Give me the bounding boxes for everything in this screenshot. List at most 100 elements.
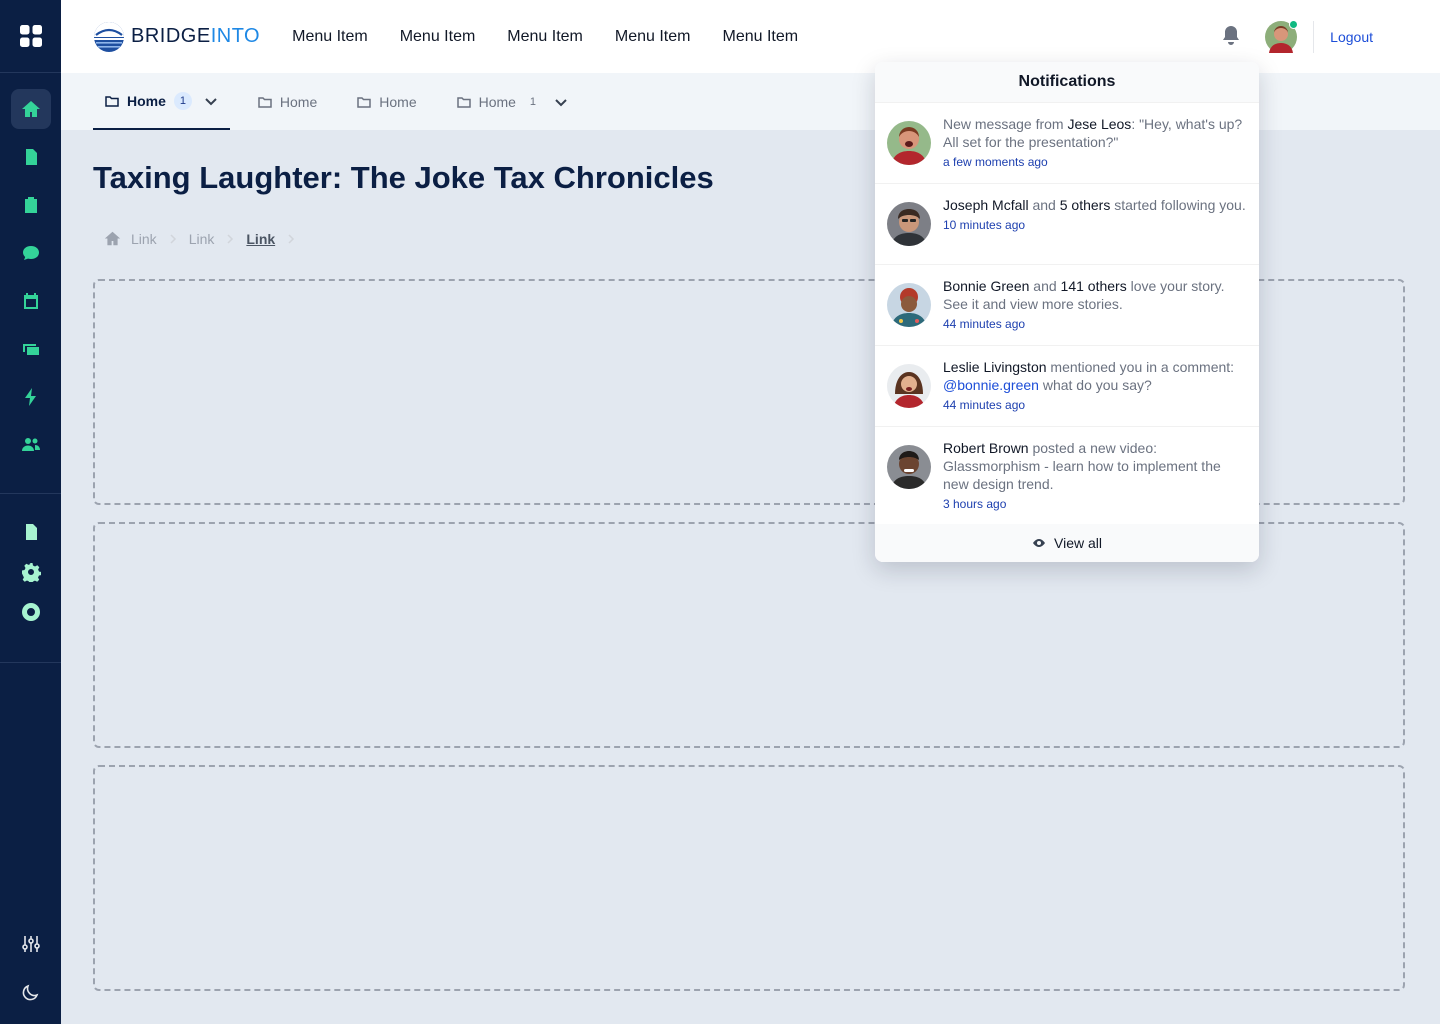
sidebar-item-messages[interactable] [11,233,51,273]
user-avatar[interactable] [1265,19,1299,53]
notification-connector: and [1029,278,1061,294]
sidebar-item-docs[interactable] [11,516,51,548]
sidebar-item-calendar[interactable] [11,281,51,321]
notification-others: 5 others [1059,197,1111,213]
brand-name-part1: BRIDGE [131,25,211,47]
main-menu: Menu Item Menu Item Menu Item Menu Item … [292,28,798,46]
document-icon [25,149,37,165]
bell-icon [1223,25,1240,45]
notification-time: 3 hours ago [943,497,1007,511]
notification-sender: Jese Leos [1067,116,1132,132]
notification-text: Bonnie Green and 141 others love your st… [943,277,1247,313]
notification-item[interactable]: Bonnie Green and 141 others love your st… [875,264,1259,345]
chevron-right-icon [227,233,234,244]
notification-message: started following you. [1110,197,1246,213]
sidebar-item-payments[interactable] [11,329,51,369]
notification-time: a few moments ago [943,155,1048,169]
brand-name: BRIDGEINTO [131,25,260,48]
sidebar-item-settings[interactable] [11,556,51,588]
filters-button[interactable] [11,924,51,964]
mention-link[interactable]: @bonnie.green [943,377,1039,393]
chevron-right-icon [170,233,176,244]
notification-time: 44 minutes ago [943,317,1026,331]
cash-icon [22,344,39,355]
notifications-title: Notifications [875,62,1259,102]
notification-item[interactable]: Joseph Mcfall and 5 others started follo… [875,183,1259,264]
tab-home-4[interactable]: Home 1 [445,73,580,130]
view-all-button[interactable]: View all [875,524,1259,562]
sidebar-secondary-nav [0,494,61,663]
chevron-down-icon[interactable] [554,95,568,109]
content-placeholder-3 [93,765,1405,991]
folder-icon [456,96,471,108]
menu-item-3[interactable]: Menu Item [507,28,583,46]
notification-time: 10 minutes ago [943,218,1026,232]
gear-icon [21,563,41,582]
notification-prefix: New message from [943,116,1068,132]
notification-time: 44 minutes ago [943,398,1026,412]
view-all-label: View all [1054,535,1102,551]
breadcrumb-link-current[interactable]: Link [246,231,275,247]
tab-count-badge: 1 [173,91,192,110]
notification-text: New message from Jese Leos: "Hey, what's… [943,115,1247,151]
sidebar-footer [0,924,61,1012]
tab-home-2[interactable]: Home [246,73,329,130]
tab-label: Home [127,92,166,109]
menu-item-2[interactable]: Menu Item [400,28,476,46]
menu-item-1[interactable]: Menu Item [292,28,368,46]
notification-item[interactable]: Leslie Livingston mentioned you in a com… [875,345,1259,426]
folder-icon [105,95,119,107]
notification-sender: Leslie Livingston [943,359,1047,375]
tab-label: Home [379,93,417,110]
moon-icon [22,984,38,1001]
home-icon[interactable] [104,230,121,247]
notification-text: Robert Brown posted a new video: Glassmo… [943,439,1247,493]
chevron-down-icon[interactable] [204,94,218,108]
page-title: Taxing Laughter: The Joke Tax Chronicles [93,160,714,195]
navbar-divider [1313,20,1315,53]
sidebar-item-home[interactable] [10,89,51,129]
notification-sender: Bonnie Green [943,278,1030,294]
menu-item-5[interactable]: Menu Item [722,28,798,46]
notification-item[interactable]: New message from Jese Leos: "Hey, what's… [875,102,1259,183]
breadcrumb-link-2[interactable]: Link [189,231,215,247]
sidebar-item-clipboard[interactable] [11,185,51,225]
folder-icon [357,96,372,108]
notifications-dropdown: Notifications New message from Jese Leos… [875,62,1259,562]
logout-link[interactable]: Logout [1330,29,1373,45]
notification-sender: Joseph Mcfall [943,197,1029,213]
sidebar-item-support[interactable] [11,596,51,628]
avatar [887,202,931,246]
avatar [887,364,931,408]
chevron-right-icon [288,233,295,244]
breadcrumb: Link Link Link [104,230,297,247]
sidebar [0,0,61,1024]
lifebuoy-icon [21,603,40,621]
tab-label: Home [478,93,516,110]
menu-item-4[interactable]: Menu Item [615,28,691,46]
notification-text: Leslie Livingston mentioned you in a com… [943,358,1247,394]
notification-message-end: what do you say? [1038,377,1152,393]
home-icon [21,101,40,117]
tab-home-1[interactable]: Home 1 [93,73,230,130]
bridge-logo-icon [94,21,124,52]
dark-mode-toggle[interactable] [11,972,51,1012]
notification-connector: and [1028,197,1060,213]
brand-logo[interactable]: BRIDGEINTO [93,21,260,53]
tab-home-3[interactable]: Home [345,73,428,130]
online-status-dot [1289,19,1299,29]
avatar [887,283,931,327]
breadcrumb-link-1[interactable]: Link [131,231,157,247]
apps-grid-icon[interactable] [19,24,43,48]
sidebar-header [0,0,61,73]
sidebar-item-users[interactable] [11,425,51,465]
notification-others: 141 others [1060,278,1127,294]
notification-item[interactable]: Robert Brown posted a new video: Glassmo… [875,426,1259,525]
notifications-button[interactable] [1221,25,1245,49]
sidebar-primary-nav [0,73,61,494]
sidebar-item-activity[interactable] [11,377,51,417]
eye-icon [1033,539,1045,547]
adjustments-icon [21,936,40,952]
sidebar-item-documents[interactable] [11,137,51,177]
tab-count-badge: 1 [529,95,537,108]
